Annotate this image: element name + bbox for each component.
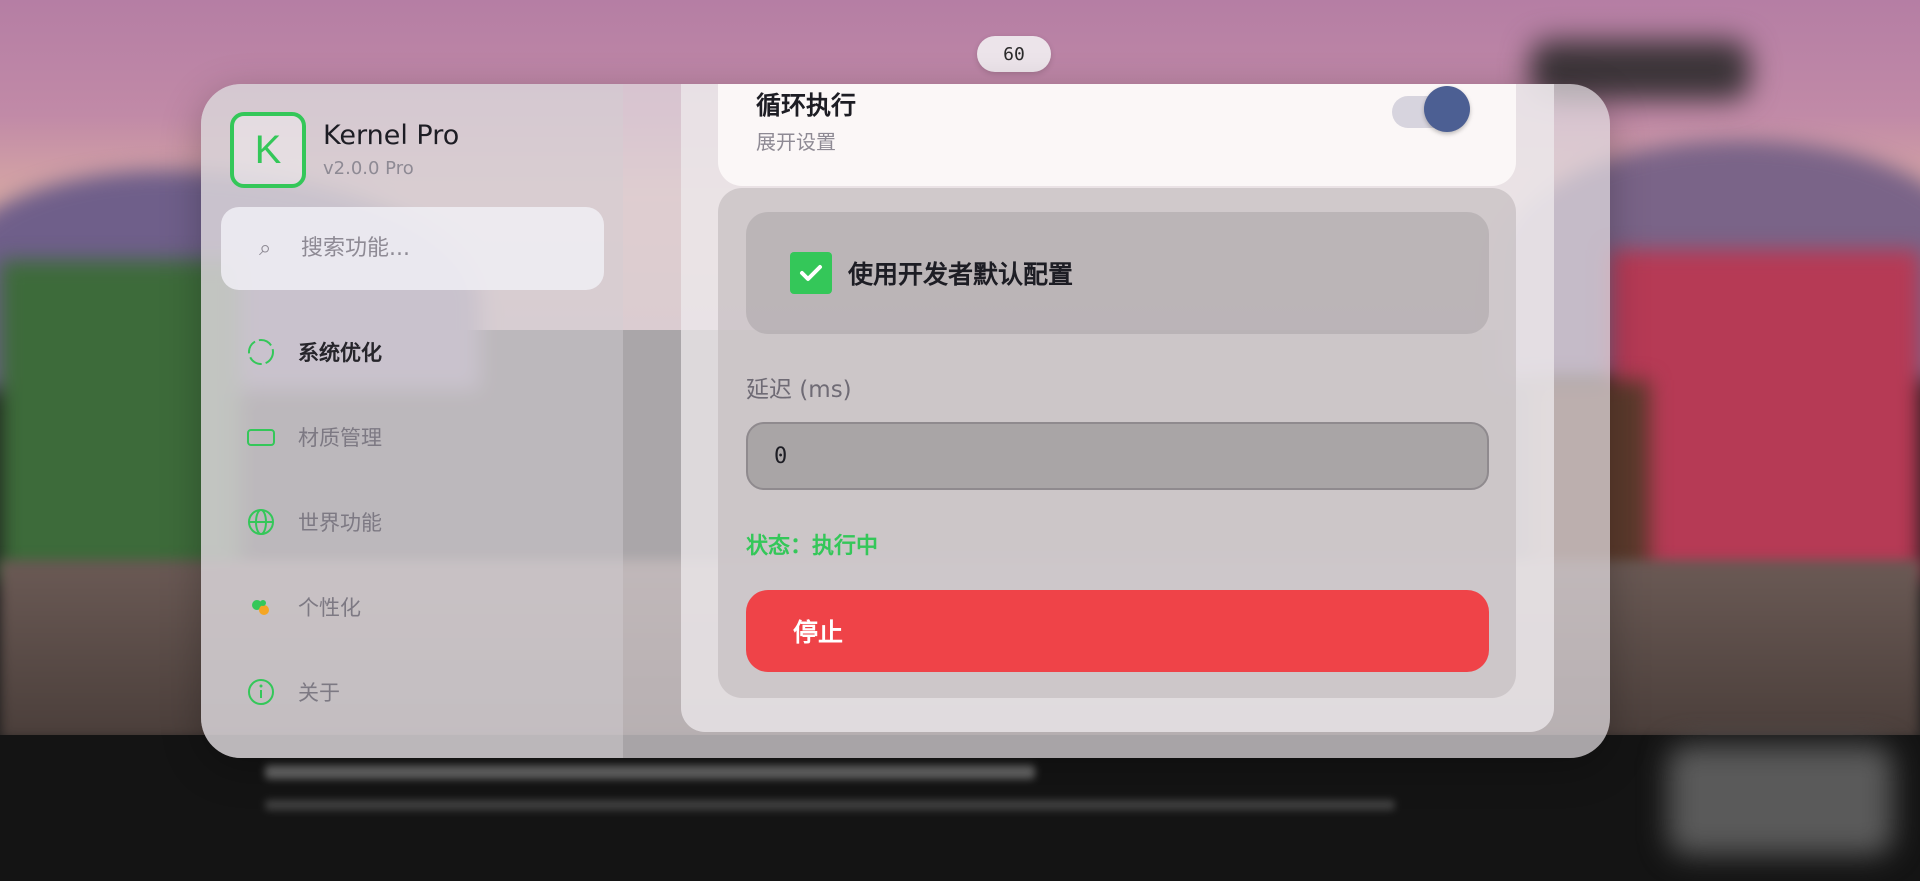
sidebar-item-system-optimize[interactable]: 系统优化 [246,332,382,372]
expand-settings-label[interactable]: 展开设置 [756,126,836,155]
system-optimize-icon [246,337,276,367]
delay-label: 延迟 (ms) [746,377,852,403]
fps-counter: 60 [977,36,1051,72]
sidebar: K Kernel Pro v2.0.0 Pro ⌕ 系统优化 材质管理 [201,84,623,758]
settings-window: K Kernel Pro v2.0.0 Pro ⌕ 系统优化 材质管理 [201,84,1610,758]
sidebar-item-personalize[interactable]: 个性化 [246,587,361,627]
info-icon [246,677,276,707]
app-logo: K [230,112,306,188]
search-box[interactable]: ⌕ [221,207,604,290]
sidebar-item-world[interactable]: 世界功能 [246,502,382,542]
content-panel: 循环执行 展开设置 使用开发者默认配置 延迟 (ms) 状态：执行中 停止 [681,84,1554,732]
app-version: v2.0.0 Pro [323,158,414,179]
sidebar-item-about[interactable]: 关于 [246,672,340,712]
loop-toggle[interactable] [1392,86,1470,136]
toggle-thumb [1424,86,1470,132]
dev-default-option[interactable]: 使用开发者默认配置 [746,212,1489,334]
palette-icon [246,592,276,622]
sidebar-item-label: 个性化 [298,596,361,620]
search-icon: ⌕ [259,235,272,261]
loop-title: 循环执行 [756,91,857,120]
sidebar-item-label: 材质管理 [298,426,382,450]
dev-default-checkbox[interactable] [790,252,832,294]
sidebar-item-texture[interactable]: 材质管理 [246,417,382,457]
globe-icon [246,507,276,537]
search-input[interactable] [299,235,593,262]
loop-execute-card[interactable]: 循环执行 展开设置 [718,84,1516,186]
dev-default-label: 使用开发者默认配置 [848,260,1074,289]
stop-button[interactable]: 停止 [746,590,1489,672]
sidebar-item-label: 世界功能 [298,511,382,535]
texture-icon [246,422,276,452]
sidebar-item-label: 系统优化 [298,341,382,365]
delay-input[interactable] [746,422,1489,490]
check-icon [800,265,822,281]
loop-settings-card: 使用开发者默认配置 延迟 (ms) 状态：执行中 停止 [718,188,1516,698]
sidebar-item-label: 关于 [298,681,340,705]
status-text: 状态：执行中 [746,534,879,559]
app-title: Kernel Pro [323,120,460,151]
